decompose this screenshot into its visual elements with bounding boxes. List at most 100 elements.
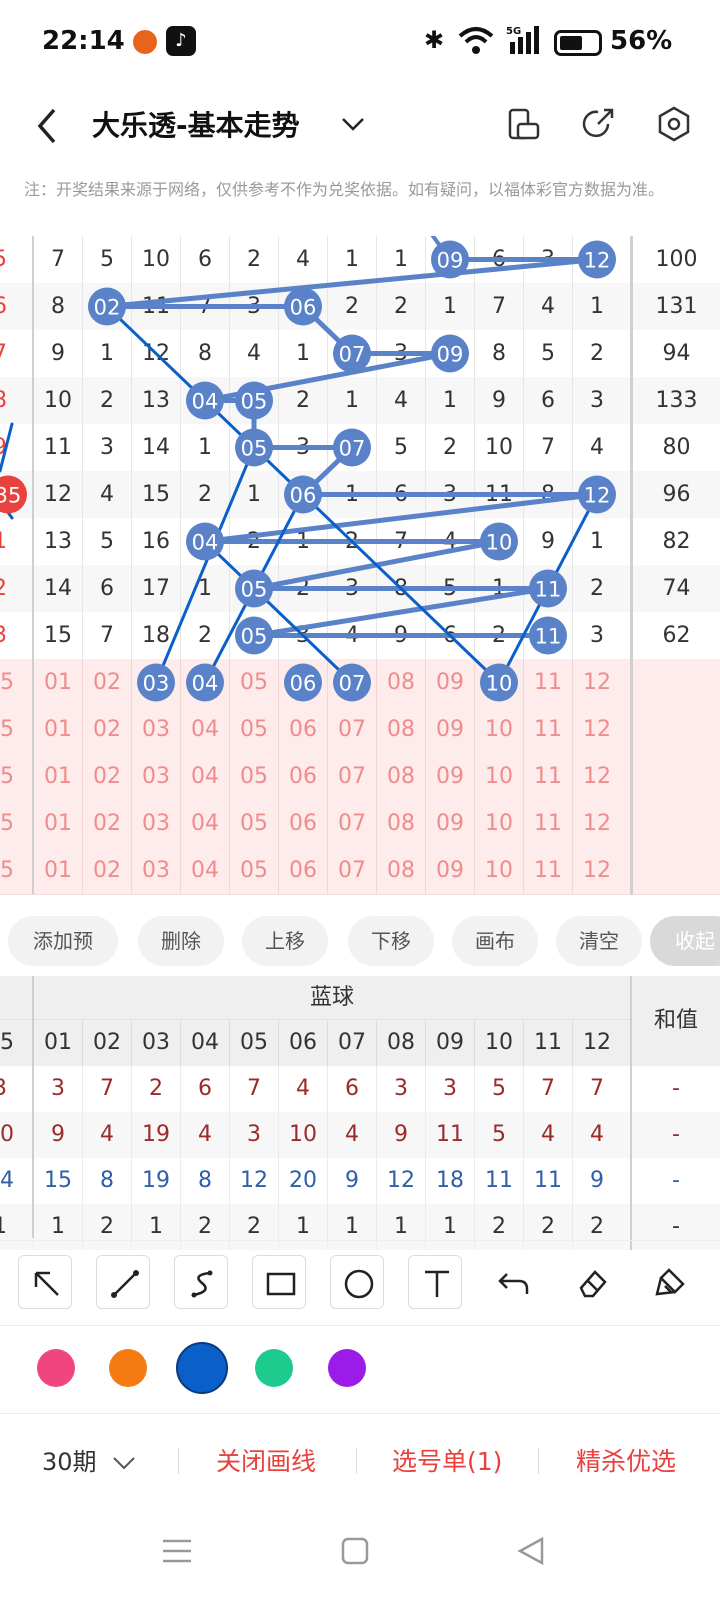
number-ball[interactable]: 04 [186,522,224,561]
collapse-button[interactable]: 收起 [650,916,720,966]
rectangle-icon [266,1272,296,1296]
status-bar: 22:14 ♪ ✱ 5G 56% [0,0,720,84]
eraser-tool-button[interactable] [564,1255,618,1309]
number-ball[interactable]: 06 [284,663,322,702]
column-header: 06 [278,1020,327,1066]
period-selector[interactable]: 30期 [42,1442,136,1477]
number-ball[interactable]: 10 [480,522,518,561]
number-ball[interactable]: 11 [529,616,567,655]
close-drawing-button[interactable]: 关闭画线 [216,1442,316,1478]
rectangle-tool-button[interactable] [252,1255,306,1309]
undo-icon [498,1273,529,1294]
number-ball[interactable]: 10 [480,663,518,702]
add-preselect-button[interactable]: 添加预选 [8,916,118,1003]
clear-button[interactable]: 清空 [556,916,642,966]
circle-tool-button[interactable] [330,1255,384,1309]
number-list-button[interactable]: 选号单(1) [392,1442,502,1478]
section-title: 蓝球 [309,985,354,1010]
svg-text:05: 05 [241,578,268,602]
number-ball[interactable]: 09 [431,240,469,279]
number-ball[interactable]: 05 [235,428,273,467]
number-ball[interactable]: 07 [333,428,371,467]
table-cell: 3 [33,1066,82,1112]
number-ball[interactable]: 11 [529,569,567,608]
delete-button[interactable]: 删除 [138,916,224,966]
arrow-tool-button[interactable] [18,1255,72,1309]
number-ball[interactable]: 12 [578,475,616,514]
menu-icon[interactable] [160,1536,194,1566]
table-cell: 8 [180,1158,229,1204]
table-cell: 4 [327,1112,376,1158]
edge-cell: 10 [0,1122,14,1147]
period-label: 30期 [42,1448,97,1476]
settings-icon[interactable] [654,104,694,144]
number-ball[interactable]: 07 [333,663,371,702]
number-ball[interactable]: 06 [284,475,322,514]
move-up-button[interactable]: 上移 [242,916,328,966]
table-cell: 4 [572,1112,621,1158]
column-header: 02 [82,1020,131,1066]
edge-cell: 14 [0,1168,14,1193]
table-cell: 10 [278,1112,327,1158]
table-cell: 9 [33,1112,82,1158]
table-cell: 6 [180,1066,229,1112]
number-ball[interactable]: 05 [235,616,273,655]
svg-text:11: 11 [535,625,562,649]
table-cell: 11 [474,1158,523,1204]
table-row: 10941943104911544- [0,1112,720,1158]
number-ball[interactable]: 04 [186,381,224,420]
column-header: 01 [33,1020,82,1066]
red-number-ball[interactable]: 35 [0,475,27,514]
number-ball[interactable]: 05 [235,569,273,608]
number-ball[interactable]: 02 [88,287,126,326]
number-ball[interactable]: 12 [578,240,616,279]
phone-rotate-icon[interactable] [504,104,544,144]
canvas-add-button[interactable]: 画布+ [452,916,538,1003]
number-ball[interactable]: 06 [284,287,322,326]
svg-text:07: 07 [339,343,366,367]
svg-text:05: 05 [241,437,268,461]
clear-brush-tool-button[interactable] [642,1255,696,1309]
precise-selection-button[interactable]: 精杀优选 [576,1442,676,1478]
page-title[interactable]: 大乐透-基本走势 [92,104,300,144]
network-label: 5G [506,26,521,37]
home-icon[interactable] [340,1536,370,1566]
chevron-down-icon[interactable] [340,114,366,134]
back-icon[interactable] [516,1536,546,1566]
number-ball[interactable]: 04 [186,663,224,702]
line-tool-button[interactable] [96,1255,150,1309]
table-cell: 5 [474,1112,523,1158]
text-tool-button[interactable] [408,1255,462,1309]
system-nav-bar [0,1506,720,1604]
color-swatch[interactable] [176,1342,228,1394]
number-ball[interactable]: 05 [235,381,273,420]
column-header: 12 [572,1020,621,1066]
svg-text:06: 06 [290,672,317,696]
table-cell: 9 [327,1158,376,1204]
svg-text:03: 03 [143,672,170,696]
table-cell: 7 [523,1066,572,1112]
move-down-button[interactable]: 下移 [348,916,434,966]
table-row: 3372674633577- [0,1066,720,1112]
drawing-canvas[interactable]: 09 12 02 06 07 09 04 05 05 07 06 12 04 10 05 11 05 11 03 04… [0,236,720,906]
color-swatch[interactable] [109,1349,147,1387]
table-cell: 19 [131,1158,180,1204]
color-swatch[interactable] [255,1349,293,1387]
back-arrow-icon[interactable] [30,106,66,146]
number-ball[interactable]: 09 [431,334,469,373]
trend-chart-grid[interactable]: 5751062411096312100680211730622174113179… [0,236,720,906]
color-swatch[interactable] [328,1349,366,1387]
arrow-icon [34,1271,59,1296]
divider [356,1448,357,1474]
sum-cell: - [630,1112,720,1158]
table-cell: 18 [425,1158,474,1204]
drawing-tools [0,1240,720,1326]
curve-tool-button[interactable] [174,1255,228,1309]
svg-text:04: 04 [192,531,219,555]
undo-tool-button[interactable] [486,1255,540,1309]
number-ball[interactable]: 07 [333,334,371,373]
color-swatch[interactable] [37,1349,75,1387]
number-ball[interactable]: 03 [137,663,175,702]
share-icon[interactable] [578,104,618,144]
svg-text:11: 11 [535,578,562,602]
